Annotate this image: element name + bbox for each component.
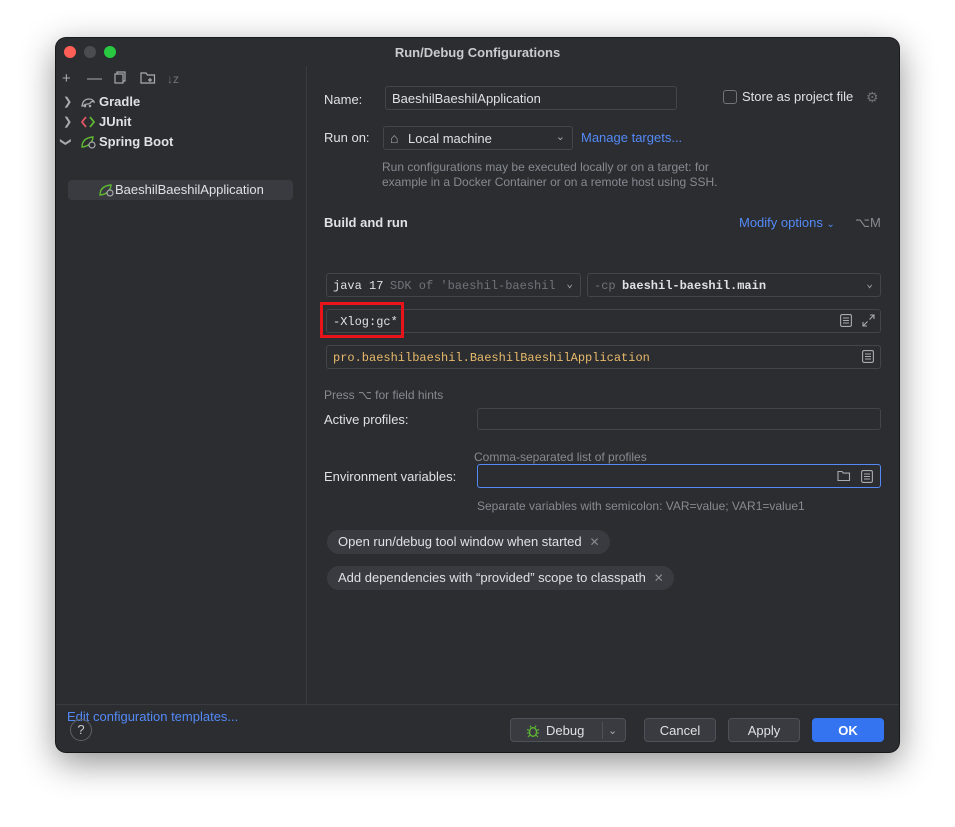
store-project-checkbox[interactable] (723, 90, 737, 104)
chevron-right-icon[interactable]: ❯ (63, 112, 72, 132)
modify-options-link[interactable]: Modify options ⌄ (739, 215, 835, 230)
cp-module: baeshil-baeshil.main (622, 279, 767, 293)
spring-boot-icon (81, 136, 96, 149)
tree-item-gradle[interactable]: ❯ Gradle (56, 92, 306, 112)
chevron-down-icon: ⌄ (566, 279, 573, 291)
tree-item-junit[interactable]: ❯ JUnit (56, 112, 306, 132)
main-class-input[interactable]: pro.baeshilbaeshil.BaeshilBaeshilApplica… (326, 345, 881, 369)
folder-icon[interactable] (837, 470, 851, 485)
dialog-footer: ? Debug ⌄ Cancel Apply OK (56, 704, 899, 752)
sort-icon[interactable]: ↓z (167, 70, 179, 88)
home-icon: ⌂ (390, 130, 399, 146)
cp-flag: -cp (594, 279, 616, 293)
option-chip-provided-scope[interactable]: Add dependencies with “provided” scope t… (327, 566, 674, 590)
configurations-panel: + — ↓z ❯ Gradle ❯ JUnit ❯ Spring Boot Ba… (56, 66, 307, 724)
ok-button[interactable]: OK (812, 718, 884, 742)
store-project-label[interactable]: Store as project file (742, 89, 853, 104)
bug-icon (526, 719, 540, 746)
main-class-value: pro.baeshilbaeshil.BaeshilBaeshilApplica… (333, 351, 650, 365)
vm-options-input[interactable]: -Xlog:gc* (326, 309, 881, 333)
browse-list-icon[interactable] (862, 350, 874, 367)
add-icon[interactable]: + (62, 70, 71, 88)
chevron-down-icon: ⌄ (555, 131, 565, 143)
modify-options-shortcut: ⌥M (855, 215, 881, 230)
maximize-icon[interactable] (862, 314, 875, 331)
chevron-down-icon: ⌄ (826, 219, 835, 230)
chevron-down-icon[interactable]: ❯ (56, 137, 76, 146)
configuration-form: Name: BaeshilBaeshilApplication Store as… (307, 66, 899, 704)
env-vars-input[interactable] (477, 464, 881, 488)
close-icon[interactable]: ✕ (654, 566, 664, 590)
gradle-icon (81, 98, 96, 108)
tree-item-baeshil-application[interactable]: BaeshilBaeshilApplication (68, 180, 293, 200)
jre-version: java 17 (333, 279, 384, 293)
env-label: Environment variables: (324, 469, 457, 484)
run-on-select[interactable]: ⌂ Local machine ⌄ (383, 126, 573, 150)
close-icon[interactable]: ✕ (589, 530, 599, 554)
tree-item-label: BaeshilBaeshilApplication (115, 182, 264, 197)
window-title: Run/Debug Configurations (394, 45, 561, 60)
help-button[interactable]: ? (70, 719, 92, 741)
name-input[interactable]: BaeshilBaeshilApplication (385, 86, 677, 110)
gear-icon[interactable]: ⚙ (866, 89, 879, 106)
modify-options-label: Modify options (739, 215, 823, 230)
spring-boot-icon (99, 184, 114, 197)
debug-label: Debug (546, 723, 585, 738)
name-label: Name: (324, 92, 363, 107)
chip-label: Add dependencies with “provided” scope t… (338, 570, 646, 585)
jre-detail: SDK of 'baeshil-baeshil. (390, 279, 558, 293)
highlight-box (320, 302, 404, 338)
run-on-hint: Run configurations may be executed local… (382, 160, 718, 189)
classpath-module-select[interactable]: -cp baeshil-baeshil.main ⌄ (587, 273, 881, 297)
title-bar: Run/Debug Configurations (56, 38, 899, 66)
expand-text-icon[interactable] (840, 314, 852, 331)
remove-icon[interactable]: — (87, 70, 102, 88)
manage-targets-link[interactable]: Manage targets... (581, 130, 682, 145)
chip-label: Open run/debug tool window when started (338, 534, 582, 549)
run-on-label: Run on: (324, 130, 370, 145)
field-hints-text: Press ⌥ for field hints (324, 388, 444, 402)
profiles-hint: Comma-separated list of profiles (474, 450, 647, 464)
new-folder-icon[interactable] (140, 71, 156, 90)
junit-icon (80, 116, 96, 128)
env-hint: Separate variables with semicolon: VAR=v… (477, 499, 805, 513)
copy-icon[interactable] (114, 71, 127, 89)
jre-select[interactable]: java 17 SDK of 'baeshil-baeshil. ⌄ (326, 273, 581, 297)
run-on-value: Local machine (408, 131, 492, 146)
cancel-button[interactable]: Cancel (644, 718, 716, 742)
tree-item-label: Gradle (99, 94, 141, 109)
tree-item-spring-boot[interactable]: ❯ Spring Boot (56, 132, 306, 152)
debug-button[interactable]: Debug ⌄ (510, 718, 626, 742)
option-chip-open-tool-window[interactable]: Open run/debug tool window when started … (327, 530, 610, 554)
chevron-right-icon[interactable]: ❯ (63, 92, 72, 112)
profiles-input[interactable] (477, 408, 881, 430)
profiles-label: Active profiles: (324, 412, 409, 427)
edit-list-icon[interactable] (861, 470, 873, 486)
tree-item-label: JUnit (99, 114, 132, 129)
tree-item-label: Spring Boot (99, 134, 174, 149)
run-debug-dialog: Run/Debug Configurations + — ↓z ❯ Gradle… (56, 38, 899, 752)
build-and-run-heading: Build and run (324, 215, 408, 230)
chevron-down-icon: ⌄ (866, 279, 873, 291)
apply-button[interactable]: Apply (728, 718, 800, 742)
split-divider (602, 722, 603, 739)
chevron-down-icon[interactable]: ⌄ (608, 719, 617, 743)
